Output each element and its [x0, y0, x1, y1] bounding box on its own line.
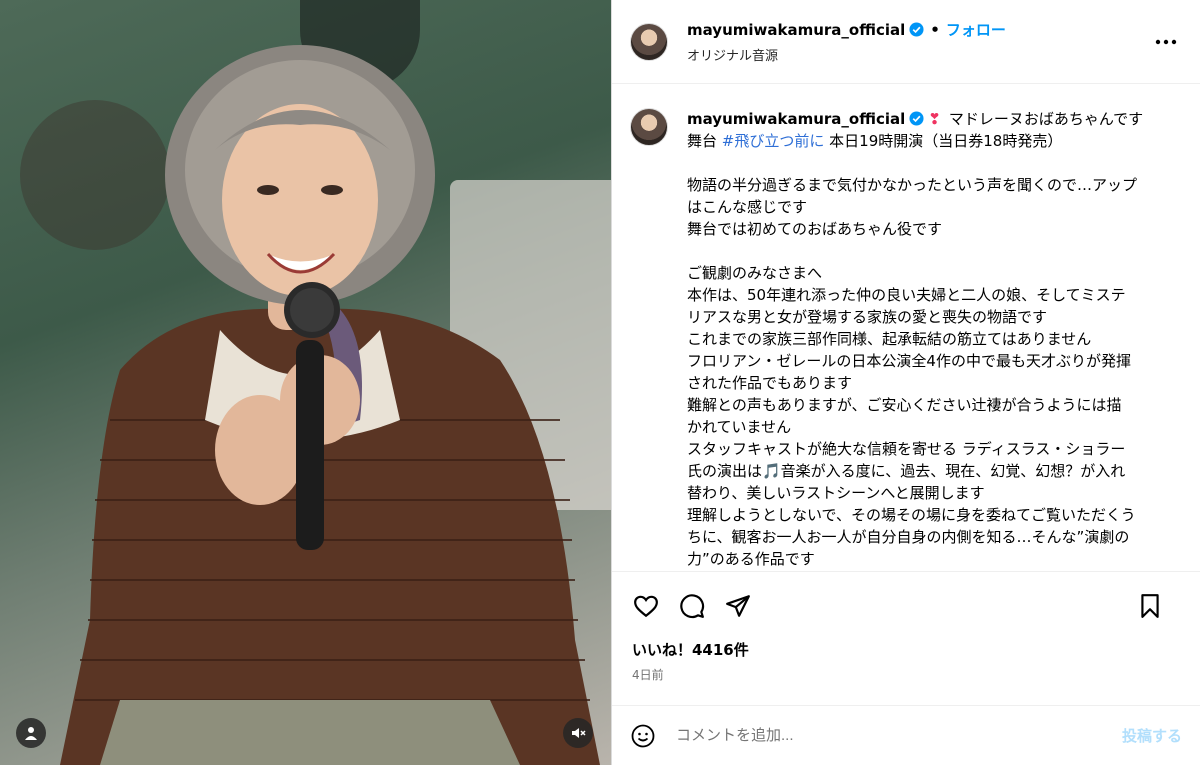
- caption-text-segment: 本日19時開演（当日券18時発売）: [829, 132, 1063, 150]
- save-button[interactable]: [1136, 592, 1164, 620]
- caption-row: mayumiwakamura_official ❣ マドレーヌおばあちゃんです 舞…: [630, 108, 1180, 570]
- caption-line: リアスな男と女が登場する家族の愛と喪失の物語です: [687, 308, 1048, 326]
- tagged-users-button[interactable]: [16, 718, 46, 748]
- separator-dot: •: [930, 20, 940, 39]
- likes-count[interactable]: いいね！4416件: [612, 639, 1200, 661]
- comment-input[interactable]: [676, 727, 1122, 744]
- caption-line: はこんな感じです: [687, 198, 808, 216]
- comment-composer: 投稿する: [612, 705, 1200, 765]
- avatar[interactable]: [630, 22, 668, 61]
- follow-button[interactable]: フォロー: [946, 19, 1006, 40]
- comment-button[interactable]: [678, 592, 706, 620]
- avatar[interactable]: [630, 108, 668, 146]
- post-media-photo[interactable]: [0, 0, 611, 765]
- post-side-panel: mayumiwakamura_official • フォロー オリジナル音源 m…: [611, 0, 1200, 765]
- heart-exclamation-emoji: ❣: [928, 110, 941, 128]
- verified-badge-icon: [909, 111, 924, 126]
- post-dialog: mayumiwakamura_official • フォロー オリジナル音源 m…: [0, 0, 1200, 765]
- caption-line: 物語の半分過ぎるまで気付かなかったという声を聞くので…アップ: [687, 176, 1138, 194]
- audio-label[interactable]: オリジナル音源: [687, 45, 1006, 64]
- caption-line: 力”のある作品です: [687, 550, 815, 568]
- bookmark-icon: [1141, 594, 1159, 618]
- action-bar: [612, 572, 1200, 639]
- speaker-muted-icon: [572, 728, 586, 738]
- caption-line: かれていません: [687, 418, 792, 436]
- caption-line: ご観劇のみなさまへ: [687, 264, 823, 282]
- caption-line: ちに、観客お一人お一人が自分自身の内側を知る…そんな”演劇の: [687, 528, 1130, 546]
- caption-line: これまでの家族三部作同様、起承転結の筋立てはありません: [687, 330, 1092, 348]
- caption-line: された作品でもあります: [687, 374, 853, 392]
- caption-line: 替わり、美しいラストシーンへと展開します: [687, 484, 985, 502]
- hashtag-link[interactable]: #飛び立つ前に: [722, 132, 825, 150]
- caption-line: 舞台 #飛び立つ前に 本日19時開演（当日券18時発売）: [687, 130, 1143, 152]
- post-comment-button[interactable]: 投稿する: [1122, 725, 1182, 746]
- caption-line: 舞台では初めてのおばあちゃん役です: [687, 220, 943, 238]
- caption-line: 氏の演出は🎵音楽が入る度に、過去、現在、幻覚、幻想？が入れ: [687, 462, 1126, 480]
- caption-line: 難解との声もありますが、ご安心ください辻褄が合うようには描: [687, 396, 1122, 414]
- mute-toggle-button[interactable]: [563, 718, 593, 748]
- emoji-picker-button[interactable]: [630, 723, 656, 749]
- user-icon: [25, 727, 37, 740]
- caption-username-link[interactable]: mayumiwakamura_official: [687, 110, 905, 128]
- caption-line: mayumiwakamura_official ❣ マドレーヌおばあちゃんです: [687, 108, 1143, 130]
- caption-line: フロリアン・ゼレールの日本公演全4作の中で最も天才ぶりが発揮: [687, 352, 1131, 370]
- caption-line: スタッフキャストが絶大な信頼を寄せる ラディスラス・ショラー: [687, 440, 1126, 458]
- share-button[interactable]: [724, 592, 752, 620]
- post-timestamp[interactable]: 4日前: [612, 661, 1200, 691]
- send-icon: [726, 594, 750, 617]
- more-horizontal-icon: [1155, 39, 1177, 45]
- smiley-icon: [631, 724, 655, 747]
- performer-illustration: [60, 45, 600, 765]
- header-user-line: mayumiwakamura_official • フォロー: [687, 19, 1006, 40]
- caption-section: mayumiwakamura_official ❣ マドレーヌおばあちゃんです 舞…: [612, 84, 1200, 572]
- post-header: mayumiwakamura_official • フォロー オリジナル音源: [612, 0, 1200, 84]
- caption-line: 理解しようとしないで、その場その場に身を委ねてご覧いただくう: [687, 506, 1136, 524]
- like-button[interactable]: [632, 592, 660, 620]
- caption-text-segment: 舞台: [687, 132, 718, 150]
- username-link[interactable]: mayumiwakamura_official: [687, 21, 905, 39]
- caption-line: 本作は、50年連れ添った仲の良い夫婦と二人の娘、そしてミステ: [687, 286, 1126, 304]
- heart-icon: [634, 595, 658, 617]
- caption-text-segment: マドレーヌおばあちゃんです: [948, 110, 1144, 128]
- comment-icon: [680, 593, 705, 618]
- verified-badge-icon: [909, 22, 924, 37]
- more-options-button[interactable]: [1154, 30, 1178, 54]
- caption-text: mayumiwakamura_official ❣ マドレーヌおばあちゃんです 舞…: [687, 108, 1143, 570]
- header-text: mayumiwakamura_official • フォロー オリジナル音源: [687, 19, 1006, 65]
